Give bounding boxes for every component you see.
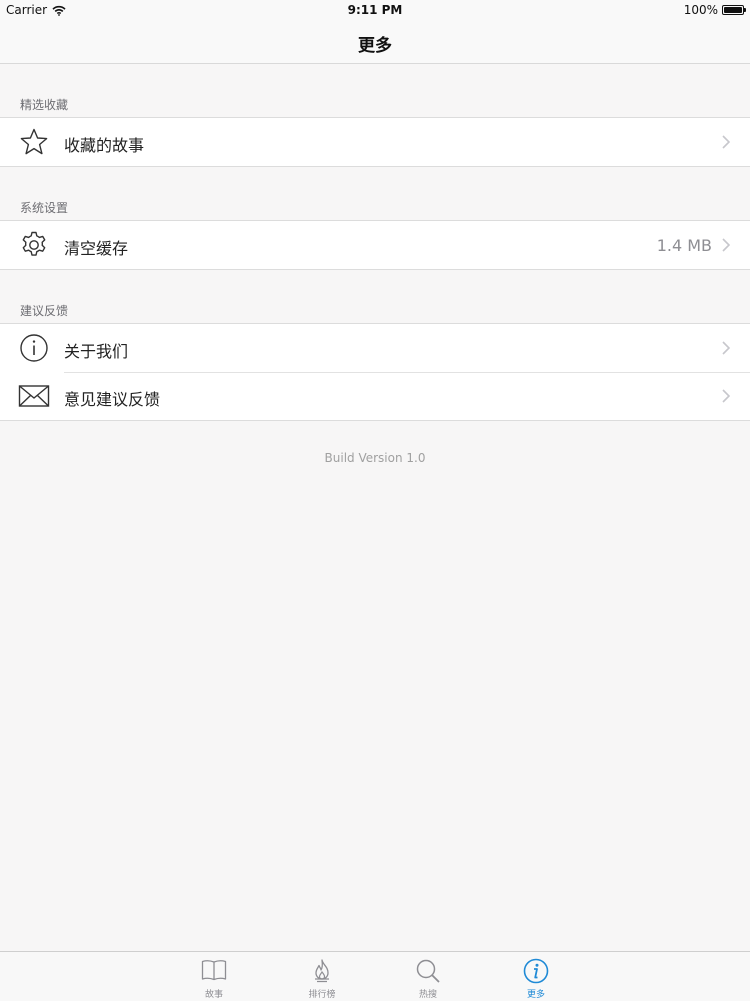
info-icon — [501, 958, 571, 984]
list-item-feedback[interactable]: 意见建议反馈 — [0, 372, 750, 420]
list-item-about-us[interactable]: 关于我们 — [0, 324, 750, 372]
status-time: 9:11 PM — [347, 3, 403, 17]
info-icon — [18, 333, 50, 363]
cell-label: 清空缓存 — [64, 239, 129, 258]
book-icon — [179, 958, 249, 982]
envelope-icon — [18, 381, 50, 411]
search-icon — [393, 958, 463, 984]
list-item-favorite-stories[interactable]: 收藏的故事 — [0, 118, 750, 166]
chevron-right-icon — [722, 238, 730, 252]
list-item-clear-cache[interactable]: 清空缓存 1.4 MB — [0, 221, 750, 269]
gear-icon — [18, 230, 50, 260]
settings-group: 清空缓存 1.4 MB — [0, 220, 750, 270]
cell-label: 意见建议反馈 — [64, 390, 161, 409]
tab-label: 更多 — [526, 990, 545, 1000]
section-header-favorites: 精选收藏 — [20, 98, 69, 112]
tab-label: 排行榜 — [308, 990, 336, 1000]
flame-icon — [287, 958, 357, 984]
star-icon — [18, 127, 50, 157]
navigation-bar: 更多 — [0, 20, 750, 64]
cell-label: 收藏的故事 — [64, 136, 145, 155]
section-header-settings: 系统设置 — [20, 201, 69, 215]
battery-percent: 100% — [683, 3, 718, 17]
page-title: 更多 — [358, 36, 392, 56]
battery-icon — [722, 5, 746, 15]
tab-rankings[interactable]: 排行榜 — [287, 952, 357, 1001]
tab-stories[interactable]: 故事 — [179, 952, 249, 1001]
tab-label: 故事 — [204, 990, 223, 1000]
tab-label: 热搜 — [418, 990, 437, 1000]
feedback-group: 关于我们 意见建议反馈 — [0, 323, 750, 421]
tab-bar: 故事 排行榜 热搜 更多 — [0, 951, 750, 1001]
build-version: Build Version 1.0 — [324, 451, 426, 465]
status-bar: Carrier 9:11 PM 100% — [0, 0, 750, 20]
status-battery: 100% — [683, 3, 746, 17]
favorites-group: 收藏的故事 — [0, 117, 750, 167]
chevron-right-icon — [722, 135, 730, 149]
tab-more[interactable]: 更多 — [501, 952, 571, 1001]
tab-hot-search[interactable]: 热搜 — [393, 952, 463, 1001]
section-header-feedback: 建议反馈 — [20, 304, 69, 318]
chevron-right-icon — [722, 341, 730, 355]
chevron-right-icon — [722, 389, 730, 403]
cache-size-value: 1.4 MB — [656, 236, 712, 255]
cell-label: 关于我们 — [64, 342, 129, 361]
